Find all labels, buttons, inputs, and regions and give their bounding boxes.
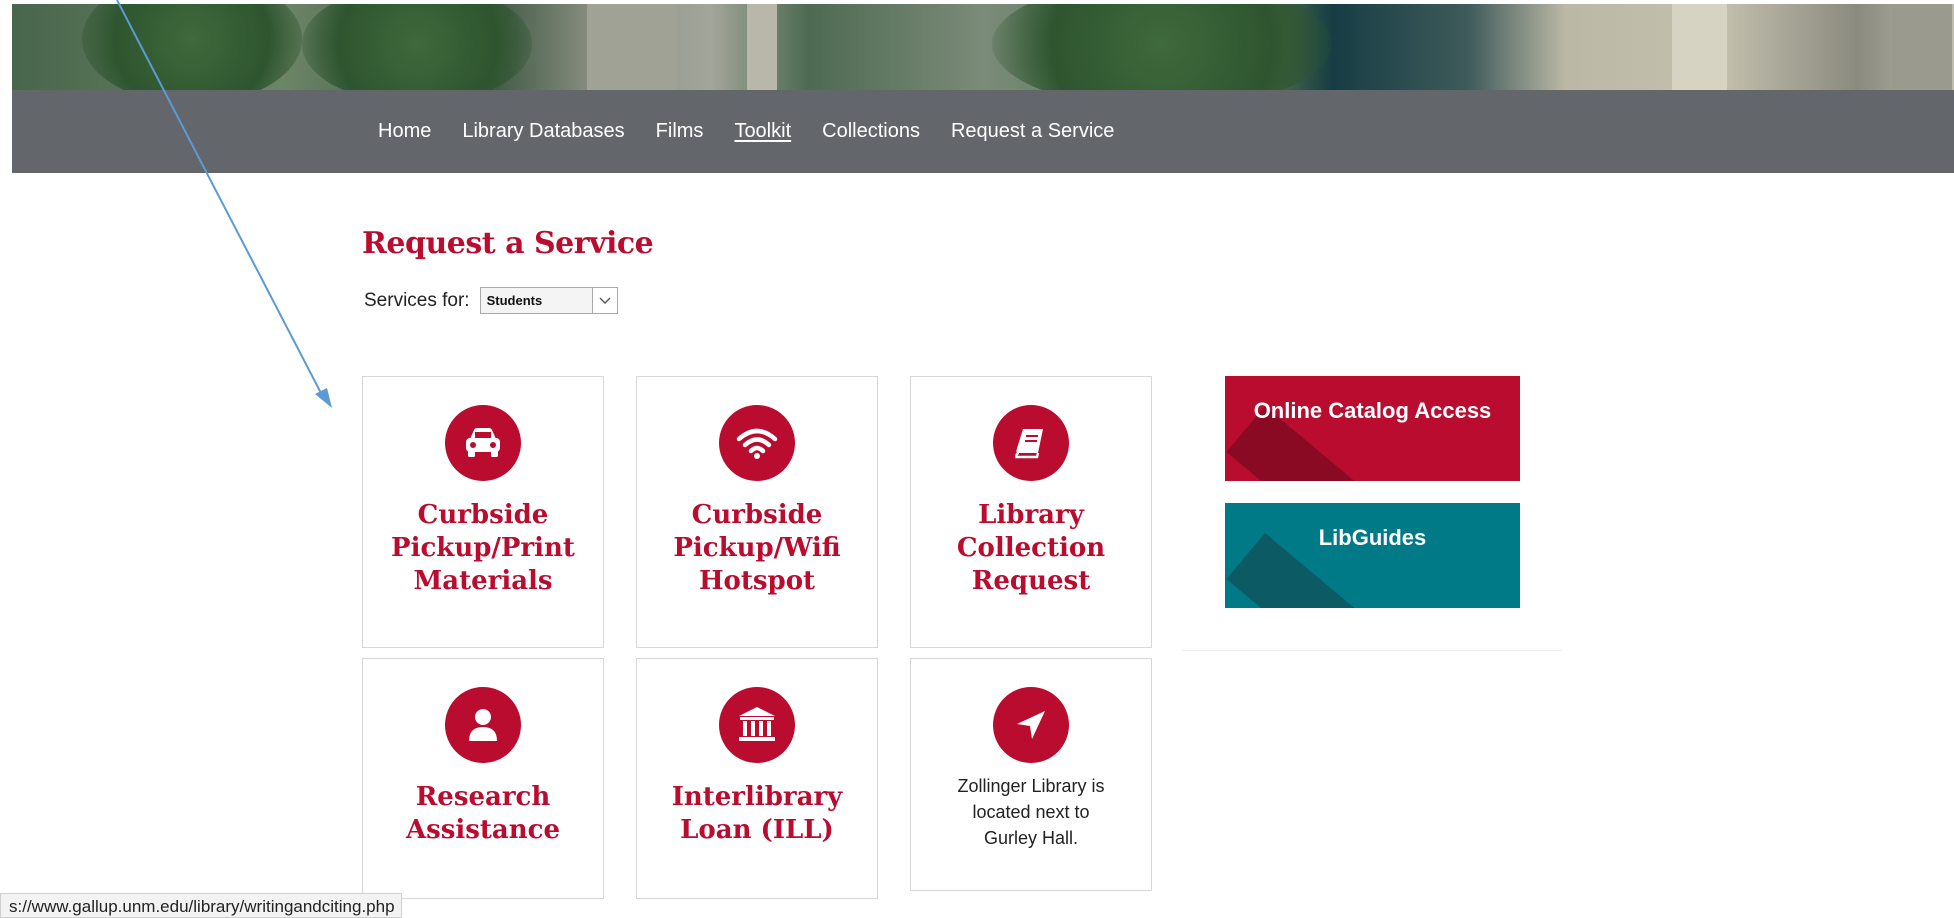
annotation-arrow <box>116 0 332 408</box>
online-catalog-access-label: Online Catalog Access <box>1253 398 1492 423</box>
libguides-label: LibGuides <box>1318 525 1427 550</box>
status-bar-url: s://www.gallup.unm.edu/library/writingan… <box>0 893 402 918</box>
